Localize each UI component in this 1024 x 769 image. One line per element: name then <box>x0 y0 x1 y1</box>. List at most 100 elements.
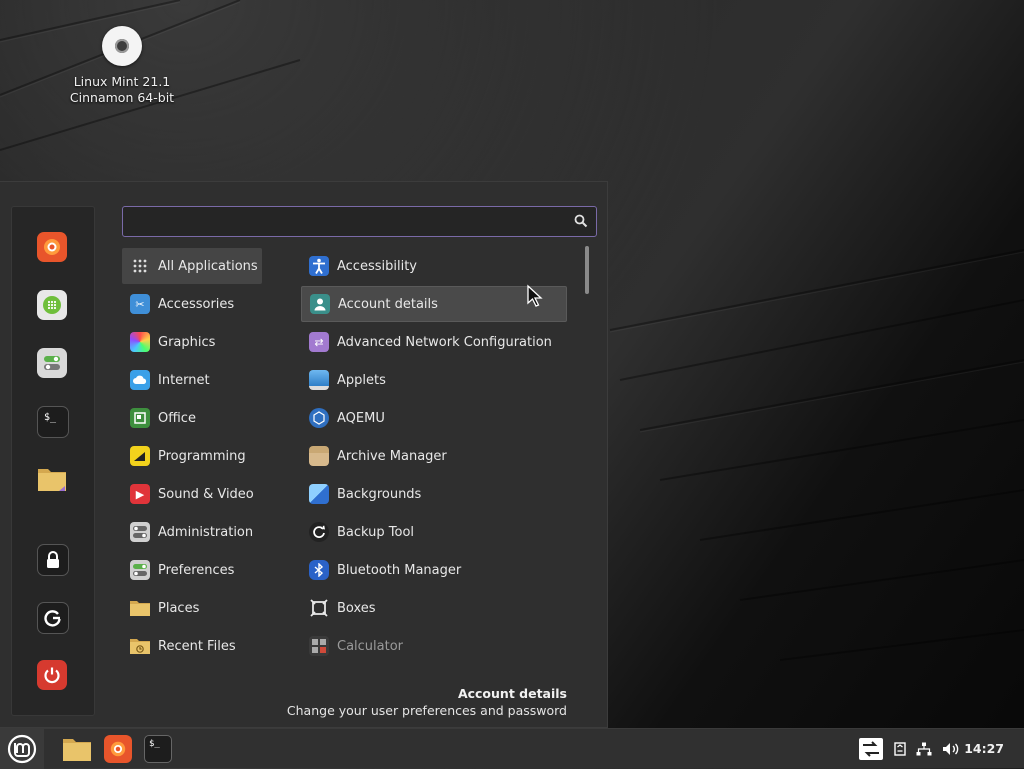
category-places[interactable]: Places <box>122 590 262 626</box>
application-menu: $_ All Applications ✂ Accessories Graphi… <box>0 181 608 728</box>
category-accessories[interactable]: ✂ Accessories <box>122 286 262 322</box>
menu-button[interactable] <box>0 729 44 769</box>
graphics-icon <box>130 332 150 352</box>
applets-icon <box>309 370 329 390</box>
category-label: Administration <box>158 524 254 540</box>
system-settings-icon[interactable] <box>37 348 67 378</box>
power-icon[interactable] <box>37 660 67 690</box>
grid-icon <box>130 256 150 276</box>
app-bluetooth-manager[interactable]: Bluetooth Manager <box>301 552 567 588</box>
category-preferences[interactable]: Preferences <box>122 552 262 588</box>
app-label: Calculator <box>337 638 404 654</box>
archive-icon <box>309 446 329 466</box>
category-label: Preferences <box>158 562 235 578</box>
app-label: Backgrounds <box>337 486 422 502</box>
backgrounds-icon <box>309 484 329 504</box>
network-icon[interactable] <box>914 733 934 765</box>
app-backup-tool[interactable]: Backup Tool <box>301 514 567 550</box>
desktop-icon-install[interactable]: Linux Mint 21.1 Cinnamon 64-bit <box>62 24 182 106</box>
desktop-icon-label-line1: Linux Mint 21.1 <box>73 74 171 89</box>
administration-icon <box>130 522 150 542</box>
firefox-icon[interactable] <box>37 232 67 262</box>
category-sound-video[interactable]: ▶ Sound & Video <box>122 476 262 512</box>
favorites-sidebar: $_ <box>11 206 95 716</box>
category-label: Accessories <box>158 296 235 312</box>
app-label: Archive Manager <box>337 448 447 464</box>
mouse-cursor-icon <box>527 284 543 307</box>
app-calculator[interactable]: Calculator <box>301 628 567 664</box>
selected-app-title: Account details <box>457 686 567 701</box>
application-list: Accessibility Account details ⇄ Advanced… <box>301 248 567 666</box>
workspace-switcher-icon[interactable] <box>856 733 886 765</box>
category-administration[interactable]: Administration <box>122 514 262 550</box>
bottom-panel: $_ 14:27 <box>0 728 1024 769</box>
terminal-launcher-label: $_ <box>144 735 172 763</box>
office-icon <box>130 408 150 428</box>
app-accessibility[interactable]: Accessibility <box>301 248 567 284</box>
backup-icon <box>309 522 329 542</box>
category-label: Places <box>158 600 200 616</box>
category-label: Recent Files <box>158 638 236 654</box>
play-icon: ▶ <box>130 484 150 504</box>
app-backgrounds[interactable]: Backgrounds <box>301 476 567 512</box>
app-label: Boxes <box>337 600 376 616</box>
category-all-applications[interactable]: All Applications <box>122 248 262 284</box>
accessibility-icon <box>309 256 329 276</box>
programming-icon <box>130 446 150 466</box>
mint-logo-icon <box>7 734 37 764</box>
files-launcher-icon[interactable] <box>60 733 94 765</box>
app-label: Bluetooth Manager <box>337 562 462 578</box>
search-icon <box>574 214 588 228</box>
files-icon[interactable] <box>37 464 67 494</box>
app-boxes[interactable]: Boxes <box>301 590 567 626</box>
app-label: Backup Tool <box>337 524 415 540</box>
app-label: Advanced Network Configuration <box>337 334 552 350</box>
volume-icon[interactable] <box>940 733 962 765</box>
category-label: Internet <box>158 372 210 388</box>
folder-icon <box>130 598 150 618</box>
panel-clock[interactable]: 14:27 <box>964 741 1004 756</box>
search-box[interactable] <box>122 206 597 237</box>
app-list-scrollbar[interactable] <box>585 246 589 294</box>
desktop-icon-label-line2: Cinnamon 64-bit <box>69 90 175 105</box>
scissors-icon: ✂ <box>130 294 150 314</box>
category-internet[interactable]: Internet <box>122 362 262 398</box>
disc-icon <box>102 26 142 66</box>
app-advanced-network-configuration[interactable]: ⇄ Advanced Network Configuration <box>301 324 567 360</box>
category-label: Programming <box>158 448 246 464</box>
terminal-launcher-icon[interactable]: $_ <box>142 733 174 765</box>
category-list: All Applications ✂ Accessories Graphics … <box>122 248 262 666</box>
app-archive-manager[interactable]: Archive Manager <box>301 438 567 474</box>
terminal-icon[interactable]: $_ <box>37 406 69 438</box>
aqemu-icon <box>309 408 329 428</box>
selected-app-description: Change your user preferences and passwor… <box>286 703 567 718</box>
terminal-icon-label: $_ <box>43 411 57 423</box>
category-label: Office <box>158 410 196 426</box>
firefox-icon <box>104 735 132 763</box>
software-manager-icon[interactable] <box>37 290 67 320</box>
app-label: Accessibility <box>337 258 417 274</box>
network-config-icon: ⇄ <box>309 332 329 352</box>
category-programming[interactable]: Programming <box>122 438 262 474</box>
category-label: Sound & Video <box>158 486 254 502</box>
category-graphics[interactable]: Graphics <box>122 324 262 360</box>
notes-icon[interactable] <box>891 733 909 765</box>
lock-icon[interactable] <box>37 544 69 576</box>
category-recent-files[interactable]: Recent Files <box>122 628 262 664</box>
boxes-icon <box>309 598 329 618</box>
logout-icon[interactable] <box>37 602 69 634</box>
category-label: All Applications <box>158 258 258 274</box>
cloud-icon <box>130 370 150 390</box>
app-label: Account details <box>338 296 438 312</box>
search-input[interactable] <box>129 211 563 233</box>
category-office[interactable]: Office <box>122 400 262 436</box>
preferences-icon <box>130 560 150 580</box>
calculator-icon <box>309 636 329 656</box>
bluetooth-icon <box>309 560 329 580</box>
firefox-launcher-icon[interactable] <box>102 733 134 765</box>
app-aqemu[interactable]: AQEMU <box>301 400 567 436</box>
app-label: Applets <box>337 372 386 388</box>
app-label: AQEMU <box>337 410 385 426</box>
account-icon <box>310 294 330 314</box>
app-applets[interactable]: Applets <box>301 362 567 398</box>
